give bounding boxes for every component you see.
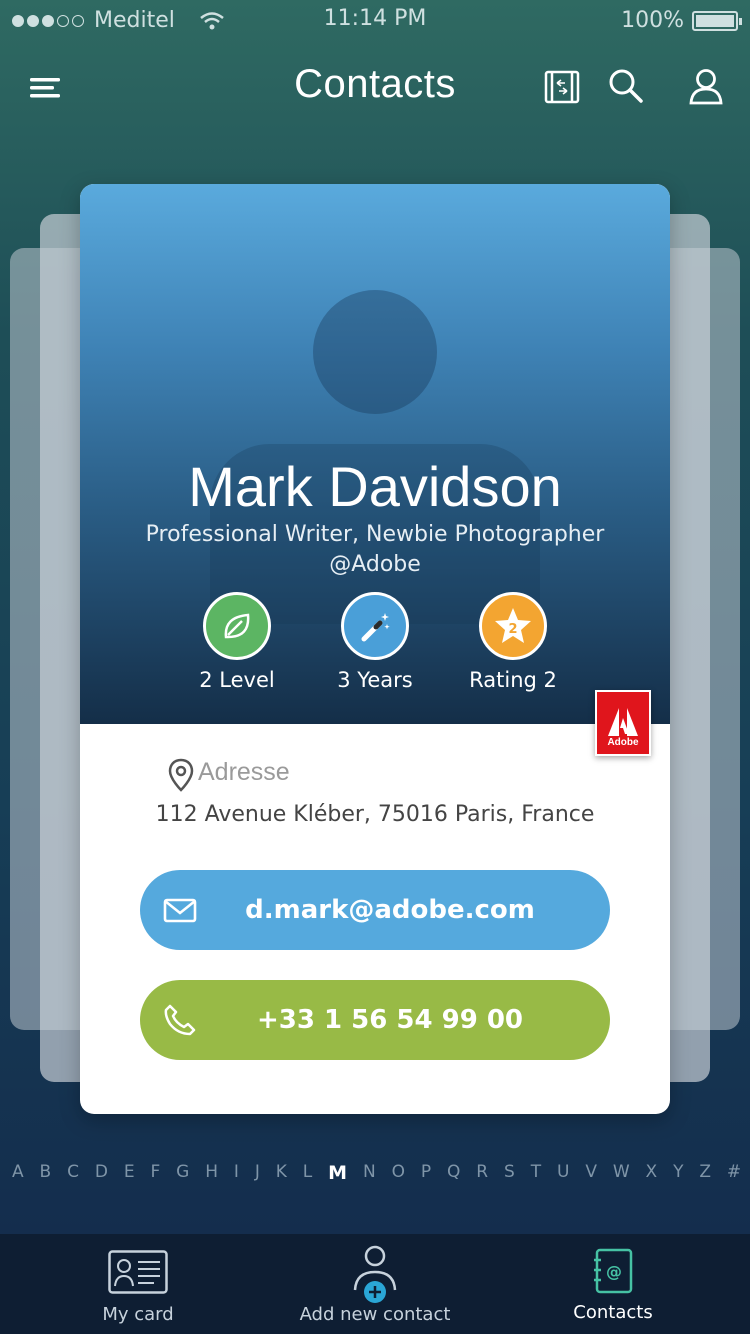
alphabet-letter[interactable]: H (205, 1162, 218, 1184)
badge-years: 3 Years (300, 592, 450, 692)
mail-icon (163, 898, 197, 923)
badge-rating: 2 Rating 2 (438, 592, 588, 692)
alphabet-letter[interactable]: F (150, 1162, 160, 1184)
tab-my-card[interactable]: My card (78, 1234, 198, 1334)
add-user-icon (353, 1245, 397, 1303)
alphabet-letter[interactable]: W (613, 1162, 630, 1184)
phone-icon (164, 1004, 196, 1036)
alphabet-letter[interactable]: Q (447, 1162, 461, 1184)
badge-level: 2 Level (162, 592, 312, 692)
tab-contacts[interactable]: @ Contacts (553, 1234, 673, 1334)
alphabet-letter[interactable]: J (255, 1162, 261, 1184)
location-pin-icon (168, 758, 194, 792)
alphabet-letter[interactable]: Y (673, 1162, 684, 1184)
alphabet-letter[interactable]: G (176, 1162, 190, 1184)
alphabet-letter[interactable]: M (328, 1162, 347, 1184)
tab-add-contact-label: Add new contact (299, 1304, 451, 1325)
tab-contacts-label: Contacts (573, 1302, 653, 1323)
search-icon[interactable] (604, 64, 648, 108)
phone-button[interactable]: +33 1 56 54 99 00 (140, 980, 610, 1060)
email-text: d.mark@adobe.com (245, 895, 535, 925)
battery-percent: 100% (621, 8, 684, 33)
alphabet-letter[interactable]: B (40, 1162, 52, 1184)
battery-icon (692, 10, 742, 31)
contact-name: Mark Davidson (188, 455, 562, 518)
alphabet-letter[interactable]: A (12, 1162, 24, 1184)
tab-bar: My card Add new contact @ Contacts (0, 1234, 750, 1334)
tab-add-contact[interactable]: Add new contact (295, 1234, 455, 1334)
alphabet-letter[interactable]: P (421, 1162, 432, 1184)
tab-my-card-label: My card (102, 1304, 174, 1325)
company-logo: Adobe (595, 690, 651, 756)
contact-card[interactable]: Mark Davidson Professional Writer, Newbi… (80, 184, 670, 1114)
contact-company: @Adobe (329, 552, 421, 577)
alphabet-letter[interactable]: N (363, 1162, 376, 1184)
alphabet-letter[interactable]: U (557, 1162, 570, 1184)
adobe-logo-icon (608, 708, 638, 736)
alphabet-index[interactable]: A B C D E F G H I J K L M N O P Q R S T U V W X Y Z # (12, 1162, 742, 1184)
badge-level-label: 2 Level (199, 668, 275, 692)
alphabet-letter[interactable]: S (504, 1162, 515, 1184)
alphabet-letter[interactable]: E (124, 1162, 135, 1184)
alphabet-letter[interactable]: I (234, 1162, 240, 1184)
alphabet-letter[interactable]: O (392, 1162, 406, 1184)
contact-job: Professional Writer, Newbie Photographer (145, 522, 605, 547)
address-book-icon: @ (594, 1248, 633, 1294)
battery-info: 100% (621, 8, 742, 33)
alphabet-letter[interactable]: R (476, 1162, 488, 1184)
email-button[interactable]: d.mark@adobe.com (140, 870, 610, 950)
nav-bar: Contacts (0, 58, 750, 114)
id-card-icon (108, 1250, 168, 1294)
alphabet-letter[interactable]: K (276, 1162, 288, 1184)
company-logo-text: Adobe (607, 737, 639, 748)
address-value: 112 Avenue Kléber, 75016 Paris, France (155, 802, 595, 827)
alphabet-letter[interactable]: D (95, 1162, 109, 1184)
alphabet-letter[interactable]: V (585, 1162, 597, 1184)
star-number: 2 (508, 622, 517, 637)
address-label: Adresse (198, 758, 290, 786)
status-bar: Meditel 11:14 PM 100% (0, 0, 750, 40)
phone-text: +33 1 56 54 99 00 (256, 1005, 524, 1035)
svg-text:@: @ (606, 1262, 622, 1281)
card-header: Mark Davidson Professional Writer, Newbi… (80, 184, 670, 724)
alphabet-letter[interactable]: X (646, 1162, 658, 1184)
book-icon[interactable] (540, 64, 584, 108)
contact-subtitle: Professional Writer, Newbie Photographer… (80, 520, 670, 580)
alphabet-letter[interactable]: # (727, 1162, 742, 1184)
leaf-icon (203, 592, 271, 660)
avatar-placeholder (313, 290, 437, 414)
user-icon[interactable] (684, 64, 728, 108)
alphabet-letter[interactable]: C (67, 1162, 79, 1184)
alphabet-letter[interactable]: L (303, 1162, 313, 1184)
badge-rating-label: Rating 2 (469, 668, 557, 692)
alphabet-letter[interactable]: T (531, 1162, 542, 1184)
alphabet-letter[interactable]: Z (699, 1162, 711, 1184)
star-icon: 2 (479, 592, 547, 660)
wand-icon (341, 592, 409, 660)
badge-years-label: 3 Years (337, 668, 413, 692)
